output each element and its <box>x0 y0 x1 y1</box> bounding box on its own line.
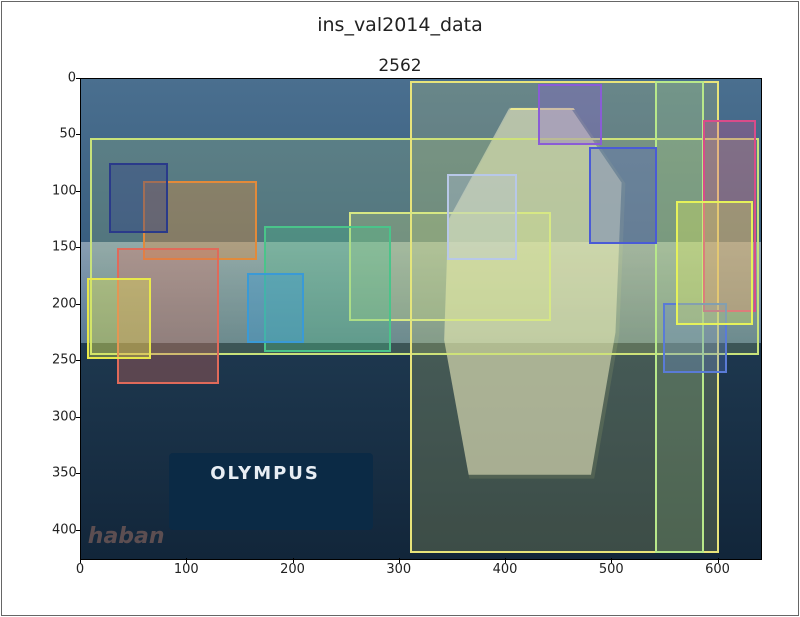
y-tick-label: 50 <box>52 127 76 142</box>
x-tick-label: 100 <box>174 562 199 577</box>
annotation-yellow-low-left <box>87 278 151 359</box>
y-tick-label: 200 <box>52 296 76 311</box>
x-tick-label: 200 <box>280 562 305 577</box>
annotation-arm-box <box>589 147 657 244</box>
annotation-yellow-blob-right <box>676 201 753 325</box>
y-tick-label: 100 <box>52 183 76 198</box>
figure: ins_val2014_data 2562 OLYMPUS haban 0 100… <box>1 1 799 616</box>
y-tickmark <box>76 134 81 135</box>
y-tick-label: 150 <box>52 240 76 255</box>
axes-title: 2562 <box>2 56 798 76</box>
annotation-hat-top <box>538 84 602 145</box>
x-tick-label: 500 <box>599 562 624 577</box>
plot-axes: OLYMPUS haban <box>80 78 762 560</box>
annotation-blue-small <box>247 273 304 343</box>
x-tick-label: 400 <box>493 562 518 577</box>
y-tickmark <box>76 78 81 79</box>
figure-suptitle: ins_val2014_data <box>2 14 798 36</box>
annotation-pale-spect <box>447 174 517 260</box>
x-tick-label: 300 <box>386 562 411 577</box>
y-tick-label: 350 <box>52 466 76 481</box>
y-tick-label: 0 <box>52 71 76 86</box>
x-tick-label: 0 <box>76 562 84 577</box>
y-tick-label: 400 <box>52 522 76 537</box>
sponsor-banner-text: OLYMPUS <box>210 463 320 484</box>
y-tick-label: 250 <box>52 353 76 368</box>
y-tick-label: 300 <box>52 409 76 424</box>
watermark-text: haban <box>88 524 165 549</box>
x-tick-label: 600 <box>705 562 730 577</box>
annotation-navy-box <box>109 163 169 233</box>
